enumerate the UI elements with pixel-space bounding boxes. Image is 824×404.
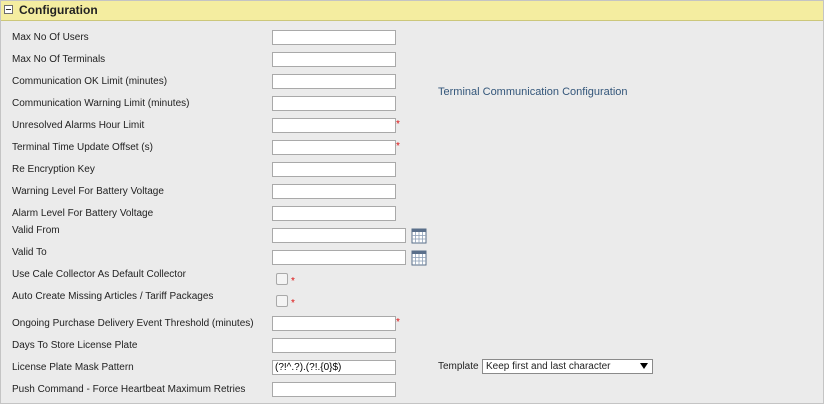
comm-warning-limit-label: Communication Warning Limit (minutes) — [12, 98, 190, 109]
ongoing-purchase-input[interactable] — [272, 316, 396, 331]
re-encryption-key-label: Re Encryption Key — [12, 164, 95, 175]
ongoing-purchase-label: Ongoing Purchase Delivery Event Threshol… — [12, 318, 254, 329]
required-marker: * — [396, 141, 400, 152]
template-selected-value: Keep first and last character — [486, 361, 611, 372]
auto-create-articles-checkbox[interactable] — [276, 295, 288, 307]
re-encryption-key-input[interactable] — [272, 162, 396, 177]
section-header: Configuration — [1, 1, 823, 21]
max-terminals-label: Max No Of Terminals — [12, 54, 106, 65]
comm-ok-limit-label: Communication OK Limit (minutes) — [12, 76, 168, 87]
template-label: Template — [438, 361, 479, 372]
calendar-icon[interactable] — [411, 228, 427, 244]
days-store-plate-input[interactable] — [272, 338, 396, 353]
days-store-plate-label: Days To Store License Plate — [12, 340, 138, 351]
warning-battery-label: Warning Level For Battery Voltage — [12, 186, 164, 197]
unresolved-alarms-label: Unresolved Alarms Hour Limit — [12, 120, 145, 131]
alarm-battery-label: Alarm Level For Battery Voltage — [12, 208, 154, 219]
time-update-offset-label: Terminal Time Update Offset (s) — [12, 142, 153, 153]
force-heartbeat-label: Push Command - Force Heartbeat Maximum R… — [12, 384, 246, 395]
cale-collector-label: Use Cale Collector As Default Collector — [12, 269, 186, 280]
valid-from-input[interactable] — [272, 228, 406, 243]
required-marker: * — [291, 276, 295, 287]
auto-create-articles-label: Auto Create Missing Articles / Tariff Pa… — [12, 291, 214, 302]
warning-battery-input[interactable] — [272, 184, 396, 199]
max-users-input[interactable] — [272, 30, 396, 45]
terminal-comm-config-link[interactable]: Terminal Communication Configuration — [438, 86, 628, 98]
max-users-label: Max No Of Users — [12, 32, 89, 43]
cale-collector-checkbox[interactable] — [276, 273, 288, 285]
section-title: Configuration — [19, 3, 98, 17]
valid-to-input[interactable] — [272, 250, 406, 265]
alarm-battery-input[interactable] — [272, 206, 396, 221]
plate-mask-input[interactable] — [272, 360, 396, 375]
valid-from-label: Valid From — [12, 225, 60, 236]
plate-mask-label: License Plate Mask Pattern — [12, 362, 134, 373]
force-heartbeat-input[interactable] — [272, 382, 396, 397]
max-terminals-input[interactable] — [272, 52, 396, 67]
template-select[interactable]: Keep first and last character — [482, 359, 653, 374]
configuration-panel: Configuration Max No Of Users Max No Of … — [0, 0, 824, 404]
unresolved-alarms-input[interactable] — [272, 118, 396, 133]
time-update-offset-input[interactable] — [272, 140, 396, 155]
comm-warning-limit-input[interactable] — [272, 96, 396, 111]
comm-ok-limit-input[interactable] — [272, 74, 396, 89]
valid-to-label: Valid To — [12, 247, 47, 258]
required-marker: * — [291, 298, 295, 309]
calendar-icon[interactable] — [411, 250, 427, 266]
triangle-down-icon — [640, 363, 648, 369]
collapse-icon[interactable] — [4, 5, 13, 14]
required-marker: * — [396, 119, 400, 130]
required-marker: * — [396, 317, 400, 328]
